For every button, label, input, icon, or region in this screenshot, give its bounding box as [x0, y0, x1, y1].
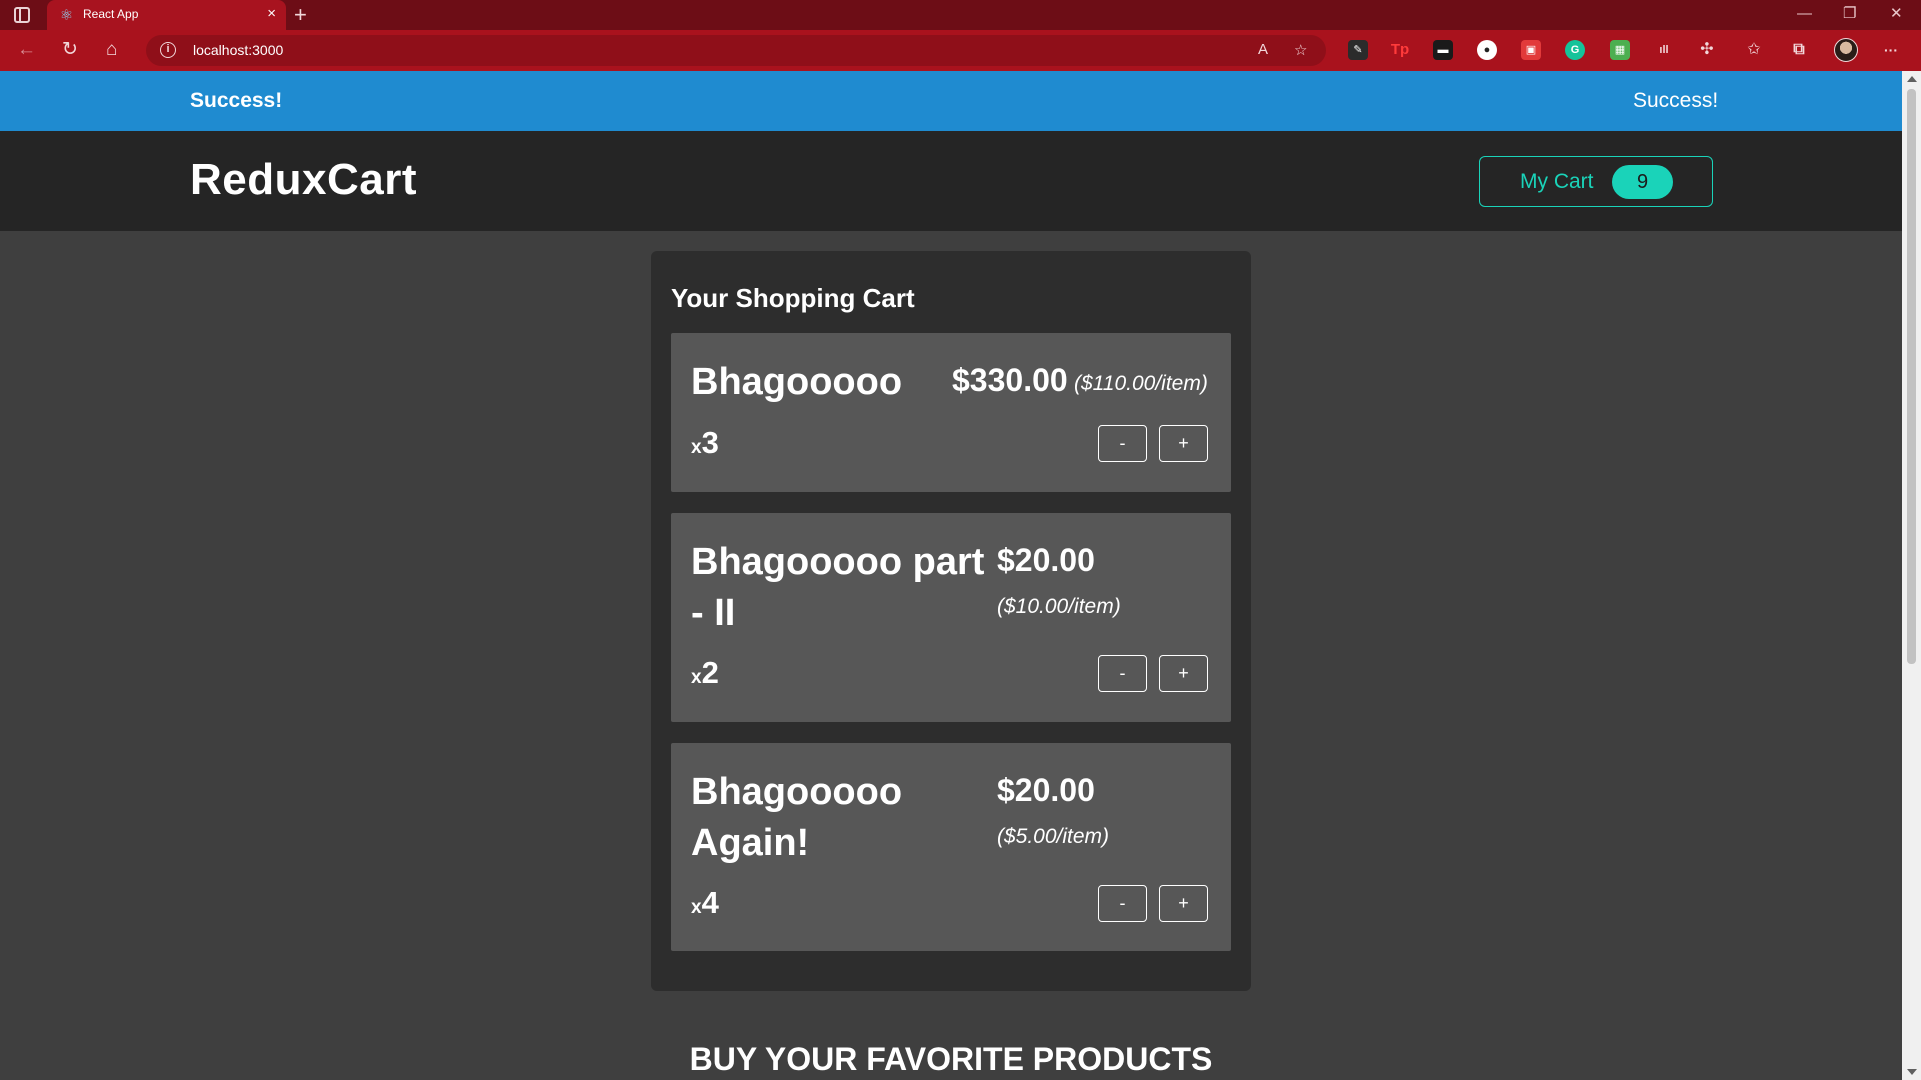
restore-button[interactable]: ❐: [1843, 5, 1856, 23]
url-text[interactable]: localhost:3000: [193, 42, 283, 58]
browser-toolbar: ← ↻ ⌂ i localhost:3000 A ☆ ✎ Tp ▬ ● ▣ G …: [0, 30, 1921, 71]
notification-bar: Success! Success!: [0, 71, 1902, 131]
tab-close-icon[interactable]: ×: [267, 6, 276, 22]
extensions-puzzle-icon[interactable]: ✣: [1697, 40, 1717, 60]
refresh-icon[interactable]: ↻: [62, 39, 78, 61]
page-scrollbar[interactable]: [1902, 71, 1921, 1080]
cart-item-name: Bhagooooo part - II: [691, 541, 985, 634]
back-icon[interactable]: ←: [17, 39, 36, 61]
cart-item-unit-price: ($110.00/item): [1074, 372, 1208, 395]
page-viewport: Success! Success! ReduxCart My Cart 9 Yo…: [0, 71, 1902, 1080]
cart-item-quantity: x2: [691, 655, 719, 691]
quantity-value: 2: [701, 655, 719, 690]
quantity-value: 3: [701, 425, 719, 460]
cart-item-total: $330.00: [952, 362, 1068, 398]
cart-item: Bhagooooo part - II $20.00 ($10.00/item)…: [671, 513, 1231, 722]
extension-grid-icon[interactable]: ▦: [1610, 40, 1630, 60]
new-tab-button[interactable]: +: [294, 3, 307, 27]
react-favicon-icon: ⚛: [59, 7, 74, 24]
quantity-prefix: x: [691, 437, 702, 458]
minimize-button[interactable]: —: [1797, 5, 1812, 23]
cart-title: Your Shopping Cart: [671, 283, 915, 313]
cart-item: Bhagooooo $330.00 ($110.00/item) x3 - +: [671, 333, 1231, 492]
tab-actions-icon[interactable]: [14, 7, 30, 23]
extension-car-icon[interactable]: ▬: [1433, 40, 1453, 60]
decrement-button[interactable]: -: [1098, 885, 1147, 922]
tab-react-app[interactable]: ⚛ React App ×: [47, 0, 286, 30]
home-icon[interactable]: ⌂: [106, 39, 117, 61]
increment-button[interactable]: +: [1159, 655, 1208, 692]
cart-count-badge: 9: [1612, 165, 1673, 199]
cart-item-total: $20.00: [997, 772, 1095, 808]
decrement-button[interactable]: -: [1098, 425, 1147, 462]
extension-chart-icon[interactable]: ıll: [1654, 40, 1674, 60]
more-options-icon[interactable]: ···: [1881, 40, 1901, 60]
cart-button-label: My Cart: [1520, 170, 1594, 193]
grammarly-icon[interactable]: G: [1565, 40, 1585, 60]
increment-button[interactable]: +: [1159, 425, 1208, 462]
cart-item: Bhagooooo Again! $20.00 ($5.00/item) x4 …: [671, 743, 1231, 951]
app-logo: ReduxCart: [190, 155, 417, 204]
extension-pen-icon[interactable]: ✎: [1348, 40, 1368, 60]
extension-red-icon[interactable]: ▣: [1521, 40, 1541, 60]
scroll-up-icon[interactable]: [1907, 76, 1917, 82]
address-bar[interactable]: i localhost:3000 A ☆: [146, 35, 1326, 66]
site-info-icon[interactable]: i: [160, 42, 176, 58]
cart-item-name: Bhagooooo Again!: [691, 771, 903, 864]
favorites-icon[interactable]: ✩: [1744, 40, 1764, 60]
scrollbar-thumb[interactable]: [1907, 89, 1916, 664]
cart-item-name: Bhagooooo: [691, 361, 903, 403]
shopping-cart-panel: Your Shopping Cart Bhagooooo $330.00 ($1…: [651, 251, 1251, 991]
collections-icon[interactable]: ⧉: [1789, 40, 1809, 60]
decrement-button[interactable]: -: [1098, 655, 1147, 692]
cart-item-unit-price: ($5.00/item): [997, 825, 1110, 848]
my-cart-button[interactable]: My Cart 9: [1479, 156, 1713, 207]
extension-circle-icon[interactable]: ●: [1477, 40, 1497, 60]
notification-message: Success!: [1633, 89, 1719, 112]
quantity-prefix: x: [691, 897, 702, 918]
read-aloud-icon[interactable]: A: [1258, 41, 1268, 58]
close-window-button[interactable]: ✕: [1890, 5, 1903, 23]
app-header: ReduxCart My Cart 9: [0, 131, 1902, 231]
notification-title: Success!: [190, 89, 283, 112]
products-heading: BUY YOUR FAVORITE PRODUCTS: [689, 1041, 1213, 1077]
cart-item-quantity: x4: [691, 885, 719, 921]
browser-titlebar: ⚛ React App × + — ❐ ✕: [0, 0, 1921, 30]
add-favorite-icon[interactable]: ☆: [1294, 41, 1307, 59]
quantity-prefix: x: [691, 667, 702, 688]
cart-item-unit-price: ($10.00/item): [997, 595, 1121, 618]
increment-button[interactable]: +: [1159, 885, 1208, 922]
profile-avatar[interactable]: [1834, 38, 1858, 62]
cart-item-total: $20.00: [997, 542, 1095, 578]
scroll-down-icon[interactable]: [1907, 1069, 1917, 1075]
quantity-value: 4: [701, 885, 719, 920]
tab-title: React App: [83, 7, 139, 21]
cart-item-quantity: x3: [691, 425, 719, 461]
extension-tp-icon[interactable]: Tp: [1390, 40, 1410, 60]
